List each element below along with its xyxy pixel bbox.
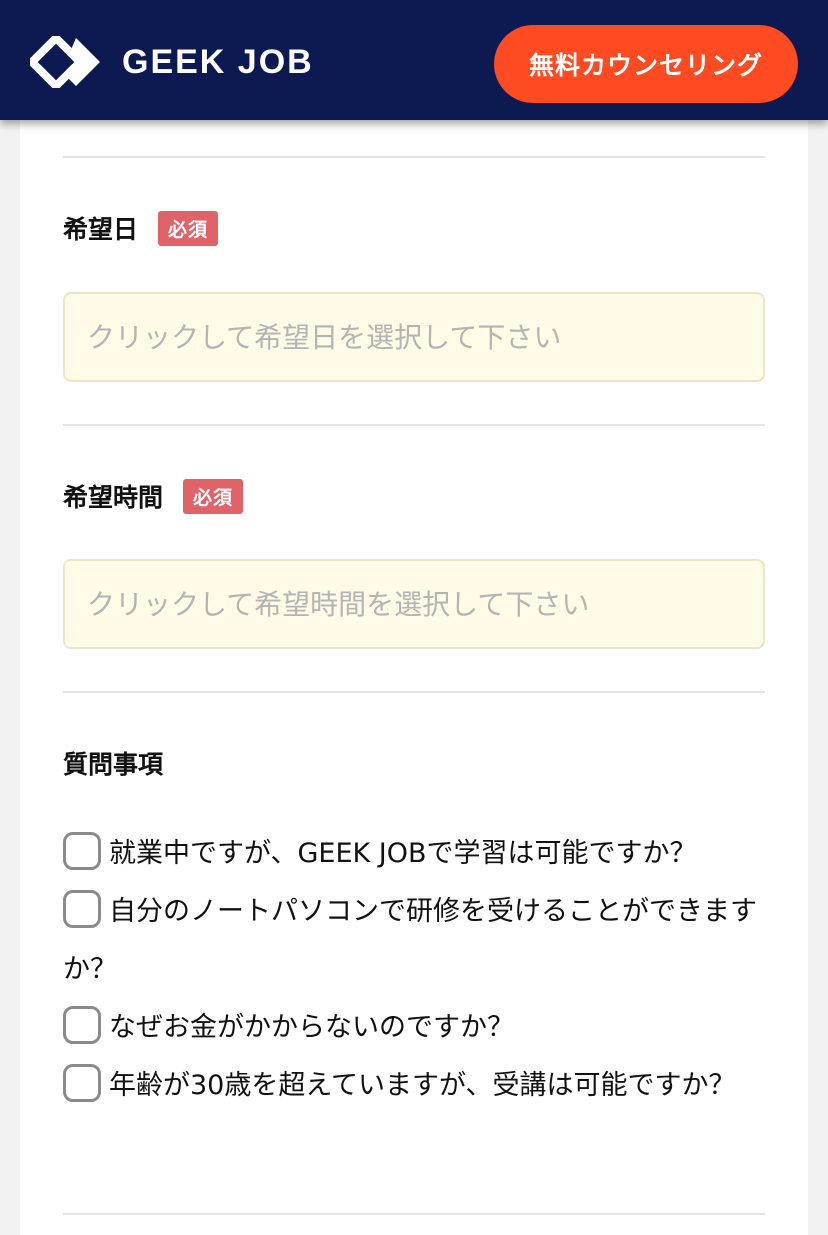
questions-list: 就業中ですが、GEEK JOBで学習は可能ですか？ 自分のノートパソコンで研修を… (63, 825, 765, 1115)
required-badge: 必須 (183, 478, 244, 514)
question-item[interactable]: なぜお金がかからないのですか？ (63, 999, 765, 1057)
date-input[interactable] (63, 292, 765, 382)
divider (63, 1213, 765, 1215)
question-item[interactable]: 自分のノートパソコンで研修を受けることができますか？ (63, 883, 765, 999)
time-field-label: 希望時間 必須 (63, 478, 244, 514)
divider (63, 691, 765, 693)
time-label-text: 希望時間 (63, 483, 164, 512)
question-label: なぜお金がかからないのですか？ (109, 1012, 514, 1043)
question-checkbox[interactable] (63, 831, 101, 870)
divider (63, 424, 765, 426)
geek-job-logo[interactable]: GEEK JOB (30, 36, 314, 88)
logo-text: GEEK JOB (122, 42, 314, 81)
question-checkbox[interactable] (63, 1005, 101, 1044)
date-field-label: 希望日 必須 (63, 210, 219, 246)
questions-title: 質問事項 (63, 750, 164, 779)
form-card: 希望日 必須 希望時間 必須 質問事項 就業中ですが、GEEK JOBで学習は可… (20, 100, 808, 1235)
divider (63, 156, 765, 158)
required-badge: 必須 (158, 210, 219, 246)
time-input[interactable] (63, 559, 765, 649)
date-label-text: 希望日 (63, 215, 139, 244)
question-label: 自分のノートパソコンで研修を受けることができますか？ (63, 896, 757, 985)
site-header: GEEK JOB 無料カウンセリング (0, 0, 828, 120)
geek-job-logo-icon (30, 36, 100, 88)
question-item[interactable]: 就業中ですが、GEEK JOBで学習は可能ですか？ (63, 825, 765, 883)
question-checkbox[interactable] (63, 889, 101, 928)
question-label: 就業中ですが、GEEK JOBで学習は可能ですか？ (109, 838, 697, 869)
free-counseling-button[interactable]: 無料カウンセリング (494, 25, 798, 103)
question-item[interactable]: 年齢が30歳を超えていますが、受講は可能ですか？ (63, 1057, 765, 1115)
question-label: 年齢が30歳を超えていますが、受講は可能ですか？ (109, 1070, 736, 1101)
question-checkbox[interactable] (63, 1063, 101, 1102)
